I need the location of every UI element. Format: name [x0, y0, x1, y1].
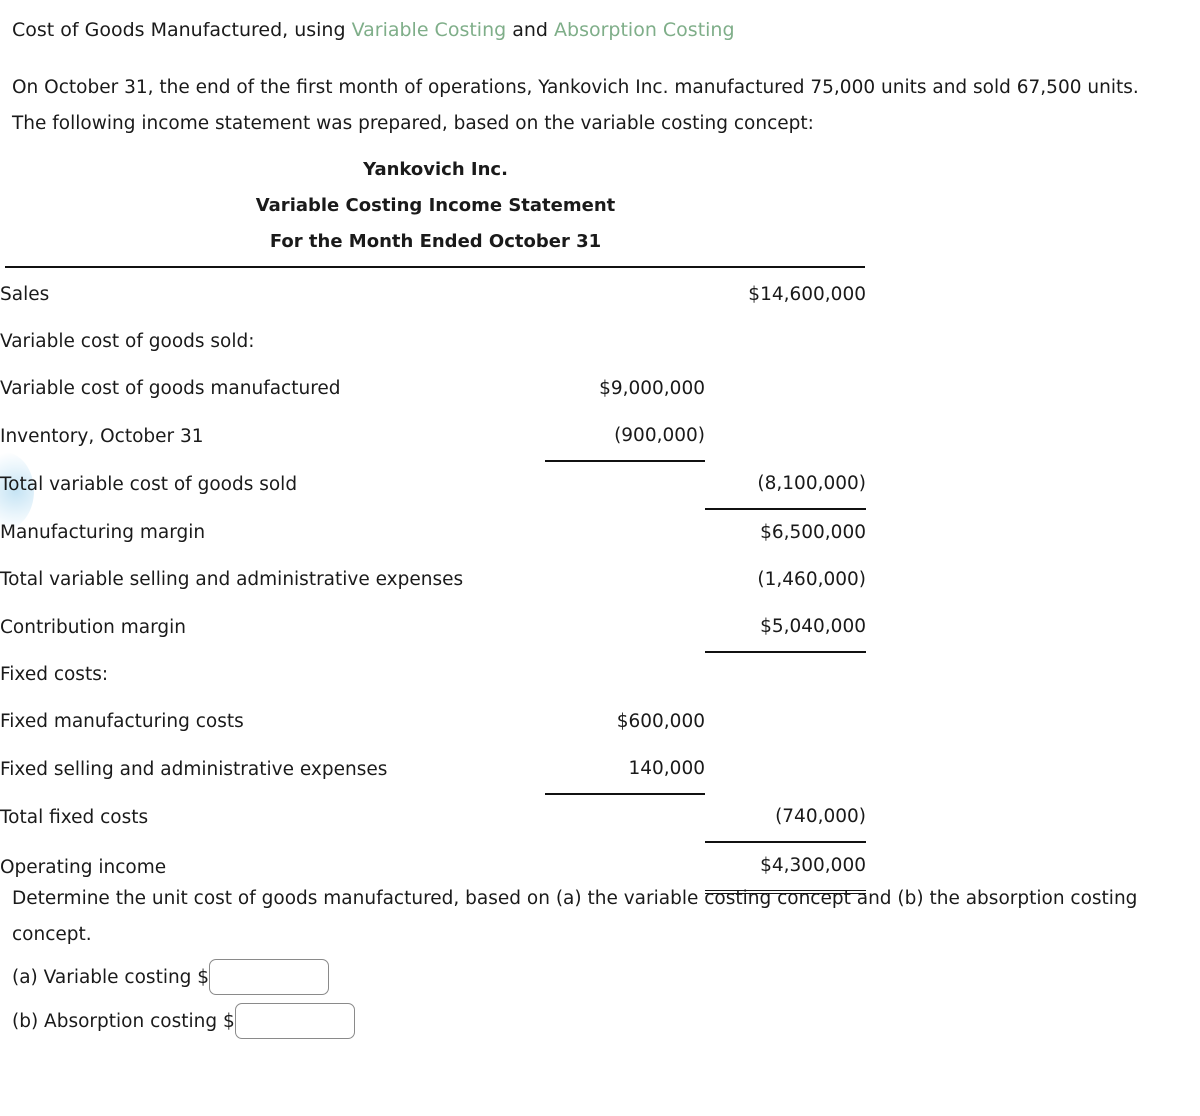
- row-amount-col2: [705, 746, 866, 794]
- statement-table: Sales $14,600,000 Variable cost of goods s…: [0, 272, 866, 894]
- answer-row-b: (b) Absorption costing $: [12, 999, 355, 1043]
- page-title-lead: Cost of Goods Manufactured, using: [12, 19, 352, 41]
- row-amount-col1: (900,000): [545, 413, 705, 462]
- statement-title: Variable Costing Income Statement: [255, 195, 616, 216]
- row-amount-col2: [705, 413, 866, 461]
- row-amount-col1: [545, 794, 705, 842]
- term-absorption-costing: Absorption Costing: [554, 19, 735, 41]
- table-row: Fixed costs:: [0, 652, 866, 699]
- table-row: Sales $14,600,000: [0, 272, 866, 319]
- row-amount-col1: [545, 319, 705, 366]
- row-label: Manufacturing margin: [0, 522, 206, 543]
- row-amount-col2: [705, 319, 866, 366]
- table-row: Manufacturing margin $6,500,000: [0, 509, 866, 557]
- row-amount-col2: [705, 652, 866, 699]
- answer-section: (a) Variable costing $ (b) Absorption co…: [12, 955, 355, 1043]
- row-amount-col2: $6,500,000: [760, 522, 866, 543]
- row-label: Fixed selling and administrative expense…: [0, 759, 388, 780]
- table-row: Variable cost of goods manufactured $9,00…: [0, 366, 866, 413]
- statement-top-rule: [5, 266, 865, 268]
- row-label: Total variable selling and administrativ…: [0, 569, 464, 590]
- row-label: Variable cost of goods manufactured: [0, 378, 341, 399]
- row-amount-col1: [545, 604, 705, 652]
- row-amount-col2: (1,460,000): [757, 569, 866, 590]
- table-row: Fixed selling and administrative expense…: [0, 746, 866, 795]
- answer-row-a: (a) Variable costing $: [12, 955, 355, 999]
- variable-costing-input[interactable]: [209, 959, 330, 995]
- row-amount-col1: [545, 557, 705, 604]
- statement-table-body: Sales $14,600,000 Variable cost of goods s…: [0, 272, 866, 894]
- term-variable-costing: Variable Costing: [351, 19, 507, 41]
- page-title: Cost of Goods Manufactured, using Variab…: [12, 16, 735, 44]
- row-amount-col1: [545, 461, 705, 509]
- question-paragraph: Determine the unit cost of goods manufac…: [12, 888, 1138, 945]
- row-amount-col2: [705, 699, 866, 746]
- table-row: Total variable cost of goods sold (8,100,…: [0, 461, 866, 510]
- row-label: Fixed manufacturing costs: [0, 711, 244, 732]
- row-amount-col1: 140,000: [545, 746, 705, 795]
- statement-company-name: Yankovich Inc.: [363, 159, 508, 180]
- income-statement: Yankovich Inc. Variable Costing Income S…: [0, 152, 870, 894]
- table-row: Variable cost of goods sold:: [0, 319, 866, 366]
- answer-label-a: (a) Variable costing $: [12, 966, 210, 988]
- page-title-conjunction: and: [506, 19, 555, 41]
- row-amount-col2: $14,600,000: [748, 284, 866, 305]
- row-amount-col1: $600,000: [616, 711, 705, 732]
- row-amount-col2: (8,100,000): [705, 461, 866, 510]
- row-amount-col2: [705, 366, 866, 413]
- absorption-costing-input[interactable]: [234, 1003, 355, 1039]
- row-amount-col1: $9,000,000: [599, 378, 705, 399]
- statement-period: For the Month Ended October 31: [269, 231, 602, 252]
- row-amount-col2: (740,000): [705, 794, 866, 843]
- table-row: Contribution margin $5,040,000: [0, 604, 866, 653]
- row-label: Total variable cost of goods sold: [0, 474, 298, 495]
- row-label: Contribution margin: [0, 617, 186, 638]
- row-amount-col1: [545, 272, 705, 319]
- row-label: Total fixed costs: [0, 807, 149, 828]
- row-label: Fixed costs:: [0, 664, 109, 685]
- row-amount-col2: $5,040,000: [705, 604, 866, 653]
- table-row: Total variable selling and administrativ…: [0, 557, 866, 604]
- row-label: Sales: [0, 284, 50, 305]
- table-row: Inventory, October 31 (900,000): [0, 413, 866, 462]
- table-row: Fixed manufacturing costs $600,000: [0, 699, 866, 746]
- row-label: Inventory, October 31: [0, 426, 204, 447]
- row-label: Variable cost of goods sold:: [0, 331, 255, 352]
- intro-paragraph: On October 31, the end of the first mont…: [12, 77, 1139, 134]
- answer-label-b: (b) Absorption costing $: [12, 1010, 235, 1032]
- row-amount-col1: [545, 652, 705, 699]
- table-row: Total fixed costs (740,000): [0, 794, 866, 843]
- row-amount-col1: [545, 509, 705, 557]
